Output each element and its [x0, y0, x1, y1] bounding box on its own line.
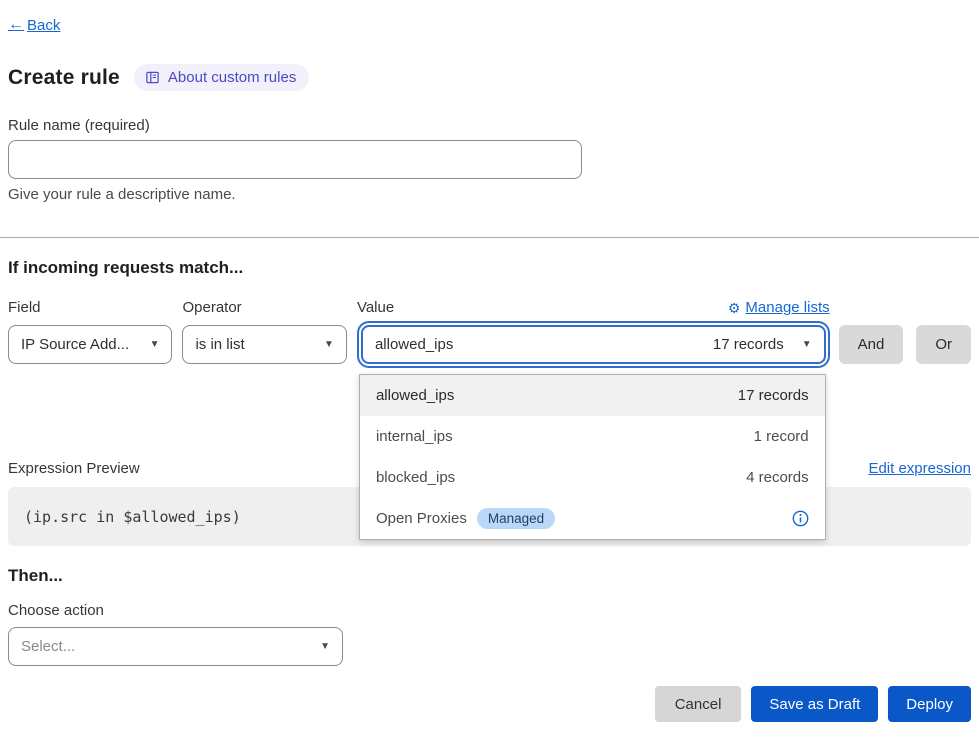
create-rule-page: ← Back Create rule About custom rules Ru…: [0, 0, 979, 738]
list-record-count: 4 records: [746, 469, 809, 486]
expression-code: (ip.src in $allowed_ips): [24, 508, 241, 526]
back-arrow-icon: ←: [8, 16, 24, 34]
manage-lists-label: Manage lists: [745, 299, 829, 316]
dropdown-item-internal-ips[interactable]: internal_ips 1 record: [360, 416, 825, 457]
info-icon[interactable]: [792, 510, 809, 527]
operator-select[interactable]: is in list ▼: [182, 325, 346, 364]
action-select-placeholder: Select...: [21, 638, 75, 655]
operator-select-value: is in list: [195, 336, 244, 353]
title-row: Create rule About custom rules: [8, 64, 971, 91]
list-record-count: 1 record: [754, 428, 809, 445]
rule-name-helper: Give your rule a descriptive name.: [8, 186, 971, 203]
back-link[interactable]: ← Back: [8, 16, 60, 34]
value-label: Value: [357, 299, 394, 316]
gear-icon: ⚙: [728, 301, 741, 315]
book-icon: [145, 70, 160, 85]
choose-action-label: Choose action: [8, 602, 971, 619]
chevron-down-icon: ▼: [802, 339, 812, 350]
dropdown-item-open-proxies[interactable]: Open Proxies Managed: [360, 498, 825, 539]
chevron-down-icon: ▼: [320, 641, 330, 652]
field-select-value: IP Source Add...: [21, 336, 129, 353]
dropdown-item-allowed-ips[interactable]: allowed_ips 17 records: [360, 375, 825, 416]
field-label: Field: [8, 299, 41, 316]
rule-name-label: Rule name (required): [8, 117, 971, 134]
managed-badge: Managed: [477, 508, 555, 529]
list-dropdown: allowed_ips 17 records internal_ips 1 re…: [359, 374, 826, 540]
cancel-button[interactable]: Cancel: [655, 686, 742, 722]
page-title: Create rule: [8, 66, 120, 90]
operator-column: Operator is in list ▼: [182, 297, 346, 364]
list-name: internal_ips: [376, 428, 453, 445]
action-select[interactable]: Select... ▼: [8, 627, 343, 666]
list-name: allowed_ips: [376, 387, 454, 404]
manage-lists-link[interactable]: ⚙ Manage lists: [728, 299, 830, 316]
match-section-heading: If incoming requests match...: [8, 258, 971, 278]
edit-expression-link[interactable]: Edit expression: [868, 460, 971, 477]
or-button[interactable]: Or: [916, 325, 971, 364]
expression-preview-label: Expression Preview: [8, 460, 140, 477]
dropdown-item-blocked-ips[interactable]: blocked_ips 4 records: [360, 457, 825, 498]
deploy-button[interactable]: Deploy: [888, 686, 971, 722]
chevron-down-icon: ▼: [324, 339, 334, 350]
operator-label: Operator: [182, 299, 241, 316]
list-record-count: 17 records: [738, 387, 809, 404]
save-as-draft-button[interactable]: Save as Draft: [751, 686, 878, 722]
then-section-heading: Then...: [8, 566, 971, 586]
about-custom-rules-link[interactable]: About custom rules: [134, 64, 309, 91]
list-name: blocked_ips: [376, 469, 455, 486]
and-button[interactable]: And: [839, 325, 904, 364]
section-divider: [0, 237, 979, 238]
logic-buttons: And Or: [839, 325, 971, 364]
about-badge-label: About custom rules: [168, 69, 296, 86]
back-label: Back: [27, 17, 60, 34]
field-select[interactable]: IP Source Add... ▼: [8, 325, 172, 364]
value-select[interactable]: allowed_ips 17 records ▼: [361, 325, 826, 364]
value-select-selected: allowed_ips: [375, 336, 453, 353]
value-column: Value ⚙ Manage lists allowed_ips 17 reco…: [357, 297, 830, 364]
rule-name-input[interactable]: [8, 140, 582, 179]
chevron-down-icon: ▼: [150, 339, 160, 350]
list-name: Open Proxies: [376, 510, 467, 527]
condition-row: Field IP Source Add... ▼ Operator is in …: [8, 297, 971, 364]
footer-actions: Cancel Save as Draft Deploy: [8, 686, 971, 738]
field-column: Field IP Source Add... ▼: [8, 297, 172, 364]
value-select-records: 17 records: [713, 336, 784, 353]
